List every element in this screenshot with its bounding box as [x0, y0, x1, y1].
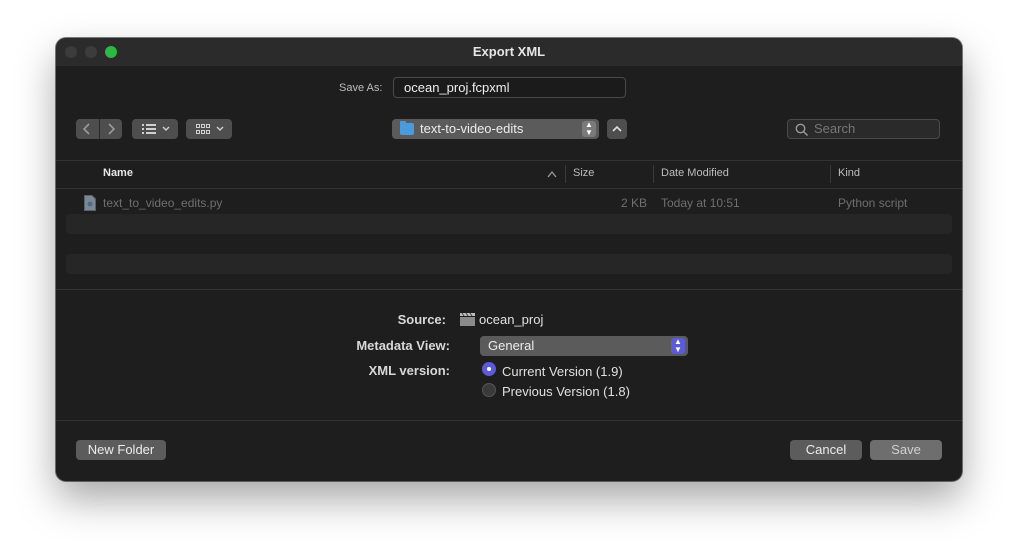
list-view-icon: [142, 124, 170, 134]
location-select[interactable]: text-to-video-edits ▲ ▼: [392, 119, 599, 139]
search-input[interactable]: Search: [814, 120, 855, 138]
up-down-chevron-icon: ▲ ▼: [582, 121, 596, 137]
metadata-view-select[interactable]: General ▲ ▼: [480, 336, 688, 356]
source-label: Source:: [397, 312, 446, 327]
column-header-size[interactable]: Size: [573, 167, 594, 179]
file-name: text_to_video_edits.py: [103, 196, 223, 210]
forward-button[interactable]: [99, 119, 122, 139]
search-icon: [795, 123, 809, 137]
grid-view-button[interactable]: [186, 119, 232, 139]
chevron-right-icon: [108, 123, 116, 135]
column-header-kind[interactable]: Kind: [838, 167, 860, 179]
source-value: ocean_proj: [479, 312, 544, 327]
new-folder-button[interactable]: New Folder: [76, 440, 166, 460]
window-title: Export XML: [472, 44, 546, 59]
chevron-down-icon: [162, 126, 170, 131]
expand-toggle-button[interactable]: [607, 119, 627, 139]
chevron-up-icon: [612, 125, 622, 132]
folder-icon: [400, 121, 414, 135]
column-header-date-modified[interactable]: Date Modified: [661, 167, 729, 179]
up-down-chevron-icon: ▲ ▼: [671, 338, 685, 354]
save-as-input[interactable]: ocean_proj.fcpxml: [393, 77, 626, 98]
clapperboard-icon: [460, 312, 475, 326]
column-header-name[interactable]: Name: [103, 167, 133, 179]
cancel-button[interactable]: Cancel: [790, 440, 862, 460]
sort-ascending-icon: [547, 170, 557, 178]
grid-view-icon: [196, 124, 224, 134]
python-file-icon: [84, 195, 96, 211]
back-button[interactable]: [76, 119, 99, 139]
save-button[interactable]: Save: [870, 440, 942, 460]
empty-row: [66, 254, 952, 274]
back-forward-control: [76, 119, 122, 139]
file-kind: Python script: [838, 196, 908, 210]
export-xml-dialog: Export XML Save As: ocean_proj.fcpxml te…: [56, 38, 962, 481]
radio-label-current[interactable]: Current Version (1.9): [502, 364, 623, 379]
save-as-label: Save As:: [339, 82, 383, 94]
metadata-view-label: Metadata View:: [356, 338, 450, 353]
metadata-view-value: General: [488, 338, 535, 353]
chevron-left-icon: [82, 123, 90, 135]
empty-row: [66, 214, 952, 234]
file-date-modified: Today at 10:51: [661, 196, 740, 210]
xml-version-label: XML version:: [368, 363, 450, 378]
title-bar: Export XML: [56, 38, 962, 66]
file-size: 2 KB: [620, 196, 647, 210]
location-label: text-to-video-edits: [420, 121, 524, 136]
radio-label-previous[interactable]: Previous Version (1.8): [502, 384, 630, 399]
list-view-button[interactable]: [132, 119, 178, 139]
radio-button-selected[interactable]: [482, 362, 496, 376]
radio-button-unselected[interactable]: [482, 383, 496, 397]
search-field[interactable]: Search: [787, 119, 940, 139]
